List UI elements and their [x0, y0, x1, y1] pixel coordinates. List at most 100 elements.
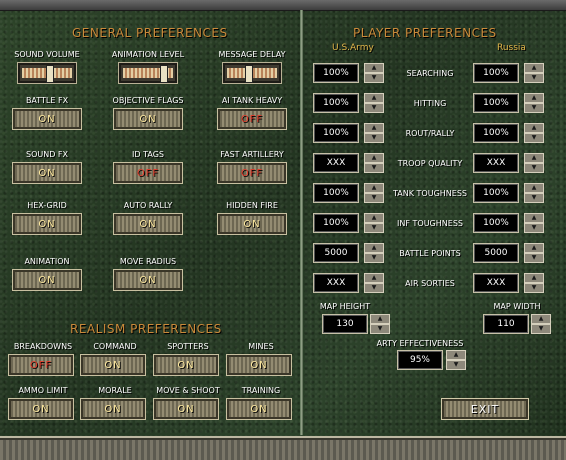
searching-us-army-spinner-down-arrow-icon[interactable]: ▼ — [364, 73, 384, 83]
battle-points-us-army-spinner-up-arrow-icon[interactable]: ▲ — [364, 243, 384, 253]
searching-us-army-field[interactable]: 100% — [313, 63, 359, 83]
arty-effectiveness-label: ARTY EFFECTIVENESS — [376, 339, 464, 348]
rout-rally-us-army-spinner: ▲ ▼ — [364, 123, 384, 143]
inf-toughness-us-army-spinner: ▲ ▼ — [364, 213, 384, 233]
rout-rally-russia-spinner-down-arrow-icon[interactable]: ▼ — [524, 133, 544, 143]
message-delay-slider-knob[interactable] — [244, 65, 253, 83]
searching-russia-spinner-down-arrow-icon[interactable]: ▼ — [524, 73, 544, 83]
inf-toughness-us-army-spinner-up-arrow-icon[interactable]: ▲ — [364, 213, 384, 223]
inf-toughness-us-army-spinner-down-arrow-icon[interactable]: ▼ — [364, 223, 384, 233]
sound-volume-slider-knob[interactable] — [46, 65, 55, 83]
battle-points-russia-spinner-up-arrow-icon[interactable]: ▲ — [524, 243, 544, 253]
troop-quality-us-army-spinner-up-arrow-icon[interactable]: ▲ — [364, 153, 384, 163]
air-sorties-us-army-spinner-up-arrow-icon[interactable]: ▲ — [364, 273, 384, 283]
id-tags-toggle[interactable]: OFF — [113, 162, 183, 184]
fast-artillery-toggle[interactable]: OFF — [217, 162, 287, 184]
animation-level-slider[interactable] — [118, 62, 178, 84]
battle-points-us-army-field[interactable]: 5000 — [313, 243, 359, 263]
air-sorties-russia-spinner-up-arrow-icon[interactable]: ▲ — [524, 273, 544, 283]
air-sorties-russia-field[interactable]: XXX — [473, 273, 519, 293]
troop-quality-us-army-spinner-down-arrow-icon[interactable]: ▼ — [364, 163, 384, 173]
rout-rally-us-army-field[interactable]: 100% — [313, 123, 359, 143]
hidden-fire-label: HIDDEN FIRE — [226, 201, 278, 210]
hitting-us-army-spinner-down-arrow-icon[interactable]: ▼ — [364, 103, 384, 113]
rout-rally-us-army-spinner-up-arrow-icon[interactable]: ▲ — [364, 123, 384, 133]
sound-volume-slider[interactable] — [17, 62, 77, 84]
spotters-toggle[interactable]: ON — [153, 354, 219, 376]
hitting-us-army-spinner: ▲ ▼ — [364, 93, 384, 113]
air-sorties-us-army-spinner-down-arrow-icon[interactable]: ▼ — [364, 283, 384, 293]
map-height-spinner-up-arrow-icon[interactable]: ▲ — [370, 314, 390, 324]
air-sorties-us-army-field[interactable]: XXX — [313, 273, 359, 293]
morale-toggle[interactable]: ON — [80, 398, 146, 420]
inf-toughness-russia-spinner-down-arrow-icon[interactable]: ▼ — [524, 223, 544, 233]
tank-toughness-russia-spinner-down-arrow-icon[interactable]: ▼ — [524, 193, 544, 203]
searching-us-army-spinner-up-arrow-icon[interactable]: ▲ — [364, 63, 384, 73]
hitting-us-army-field[interactable]: 100% — [313, 93, 359, 113]
mines-toggle[interactable]: ON — [226, 354, 292, 376]
move-radius-label: MOVE RADIUS — [119, 257, 177, 266]
map-height-spinner-down-arrow-icon[interactable]: ▼ — [370, 324, 390, 334]
searching-russia-spinner-up-arrow-icon[interactable]: ▲ — [524, 63, 544, 73]
troop-quality-us-army-field[interactable]: XXX — [313, 153, 359, 173]
command-toggle[interactable]: ON — [80, 354, 146, 376]
map-width-spinner-down-arrow-icon[interactable]: ▼ — [531, 324, 551, 334]
troop-quality-russia-field[interactable]: XXX — [473, 153, 519, 173]
hidden-fire-toggle[interactable]: ON — [217, 213, 287, 235]
move-and-shoot-toggle[interactable]: ON — [153, 398, 219, 420]
tank-toughness-russia-field[interactable]: 100% — [473, 183, 519, 203]
breakdowns-toggle[interactable]: OFF — [8, 354, 74, 376]
troop-quality-russia-spinner-up-arrow-icon[interactable]: ▲ — [524, 153, 544, 163]
map-height-field[interactable]: 130 — [322, 314, 368, 334]
tank-toughness-us-army-spinner: ▲ ▼ — [364, 183, 384, 203]
rout-rally-russia-spinner-up-arrow-icon[interactable]: ▲ — [524, 123, 544, 133]
sound-fx-toggle[interactable]: ON — [12, 162, 82, 184]
message-delay-slider[interactable] — [222, 62, 282, 84]
battle-points-russia-spinner-down-arrow-icon[interactable]: ▼ — [524, 253, 544, 263]
rout-rally-russia-field[interactable]: 100% — [473, 123, 519, 143]
general-preferences-title: GENERAL PREFERENCES — [72, 26, 228, 40]
inf-toughness-russia-spinner-up-arrow-icon[interactable]: ▲ — [524, 213, 544, 223]
hitting-us-army-spinner-up-arrow-icon[interactable]: ▲ — [364, 93, 384, 103]
searching-russia-spinner: ▲ ▼ — [524, 63, 544, 83]
searching-russia-field[interactable]: 100% — [473, 63, 519, 83]
inf-toughness-us-army-field[interactable]: 100% — [313, 213, 359, 233]
breakdowns-label: BREAKDOWNS — [13, 342, 73, 351]
hitting-russia-spinner-up-arrow-icon[interactable]: ▲ — [524, 93, 544, 103]
tank-toughness-us-army-spinner-up-arrow-icon[interactable]: ▲ — [364, 183, 384, 193]
ammo-limit-toggle[interactable]: ON — [8, 398, 74, 420]
battle-points-russia-field[interactable]: 5000 — [473, 243, 519, 263]
battle-points-us-army-spinner-down-arrow-icon[interactable]: ▼ — [364, 253, 384, 263]
troop-quality-russia-spinner-down-arrow-icon[interactable]: ▼ — [524, 163, 544, 173]
air-sorties-label: AIR SORTIES — [405, 279, 455, 288]
objective-flags-toggle[interactable]: ON — [113, 108, 183, 130]
map-width-label: MAP WIDTH — [493, 302, 541, 311]
move-radius-toggle[interactable]: ON — [113, 269, 183, 291]
hex-grid-toggle[interactable]: ON — [12, 213, 82, 235]
rout-rally-us-army-spinner-down-arrow-icon[interactable]: ▼ — [364, 133, 384, 143]
tank-toughness-us-army-spinner-down-arrow-icon[interactable]: ▼ — [364, 193, 384, 203]
arty-effectiveness-field[interactable]: 95% — [397, 350, 443, 370]
arty-effectiveness-spinner-up-arrow-icon[interactable]: ▲ — [446, 350, 466, 360]
searching-us-army-spinner: ▲ ▼ — [364, 63, 384, 83]
fast-artillery-label: FAST ARTILLERY — [220, 150, 284, 159]
tank-toughness-russia-spinner-up-arrow-icon[interactable]: ▲ — [524, 183, 544, 193]
map-width-spinner-up-arrow-icon[interactable]: ▲ — [531, 314, 551, 324]
inf-toughness-russia-spinner: ▲ ▼ — [524, 213, 544, 233]
map-width-field[interactable]: 110 — [483, 314, 529, 334]
battle-fx-toggle-value: ON — [38, 113, 56, 125]
hitting-russia-spinner-down-arrow-icon[interactable]: ▼ — [524, 103, 544, 113]
exit-button[interactable]: EXIT — [441, 398, 529, 420]
auto-rally-toggle[interactable]: ON — [113, 213, 183, 235]
training-toggle[interactable]: ON — [226, 398, 292, 420]
air-sorties-russia-spinner-down-arrow-icon[interactable]: ▼ — [524, 283, 544, 293]
battle-fx-toggle[interactable]: ON — [12, 108, 82, 130]
animation-toggle[interactable]: ON — [12, 269, 82, 291]
ai-tank-heavy-toggle[interactable]: OFF — [217, 108, 287, 130]
arty-effectiveness-spinner-down-arrow-icon[interactable]: ▼ — [446, 360, 466, 370]
hitting-russia-field[interactable]: 100% — [473, 93, 519, 113]
animation-toggle-value: ON — [38, 274, 56, 286]
animation-level-slider-knob[interactable] — [160, 65, 169, 83]
tank-toughness-us-army-field[interactable]: 100% — [313, 183, 359, 203]
inf-toughness-russia-field[interactable]: 100% — [473, 213, 519, 233]
